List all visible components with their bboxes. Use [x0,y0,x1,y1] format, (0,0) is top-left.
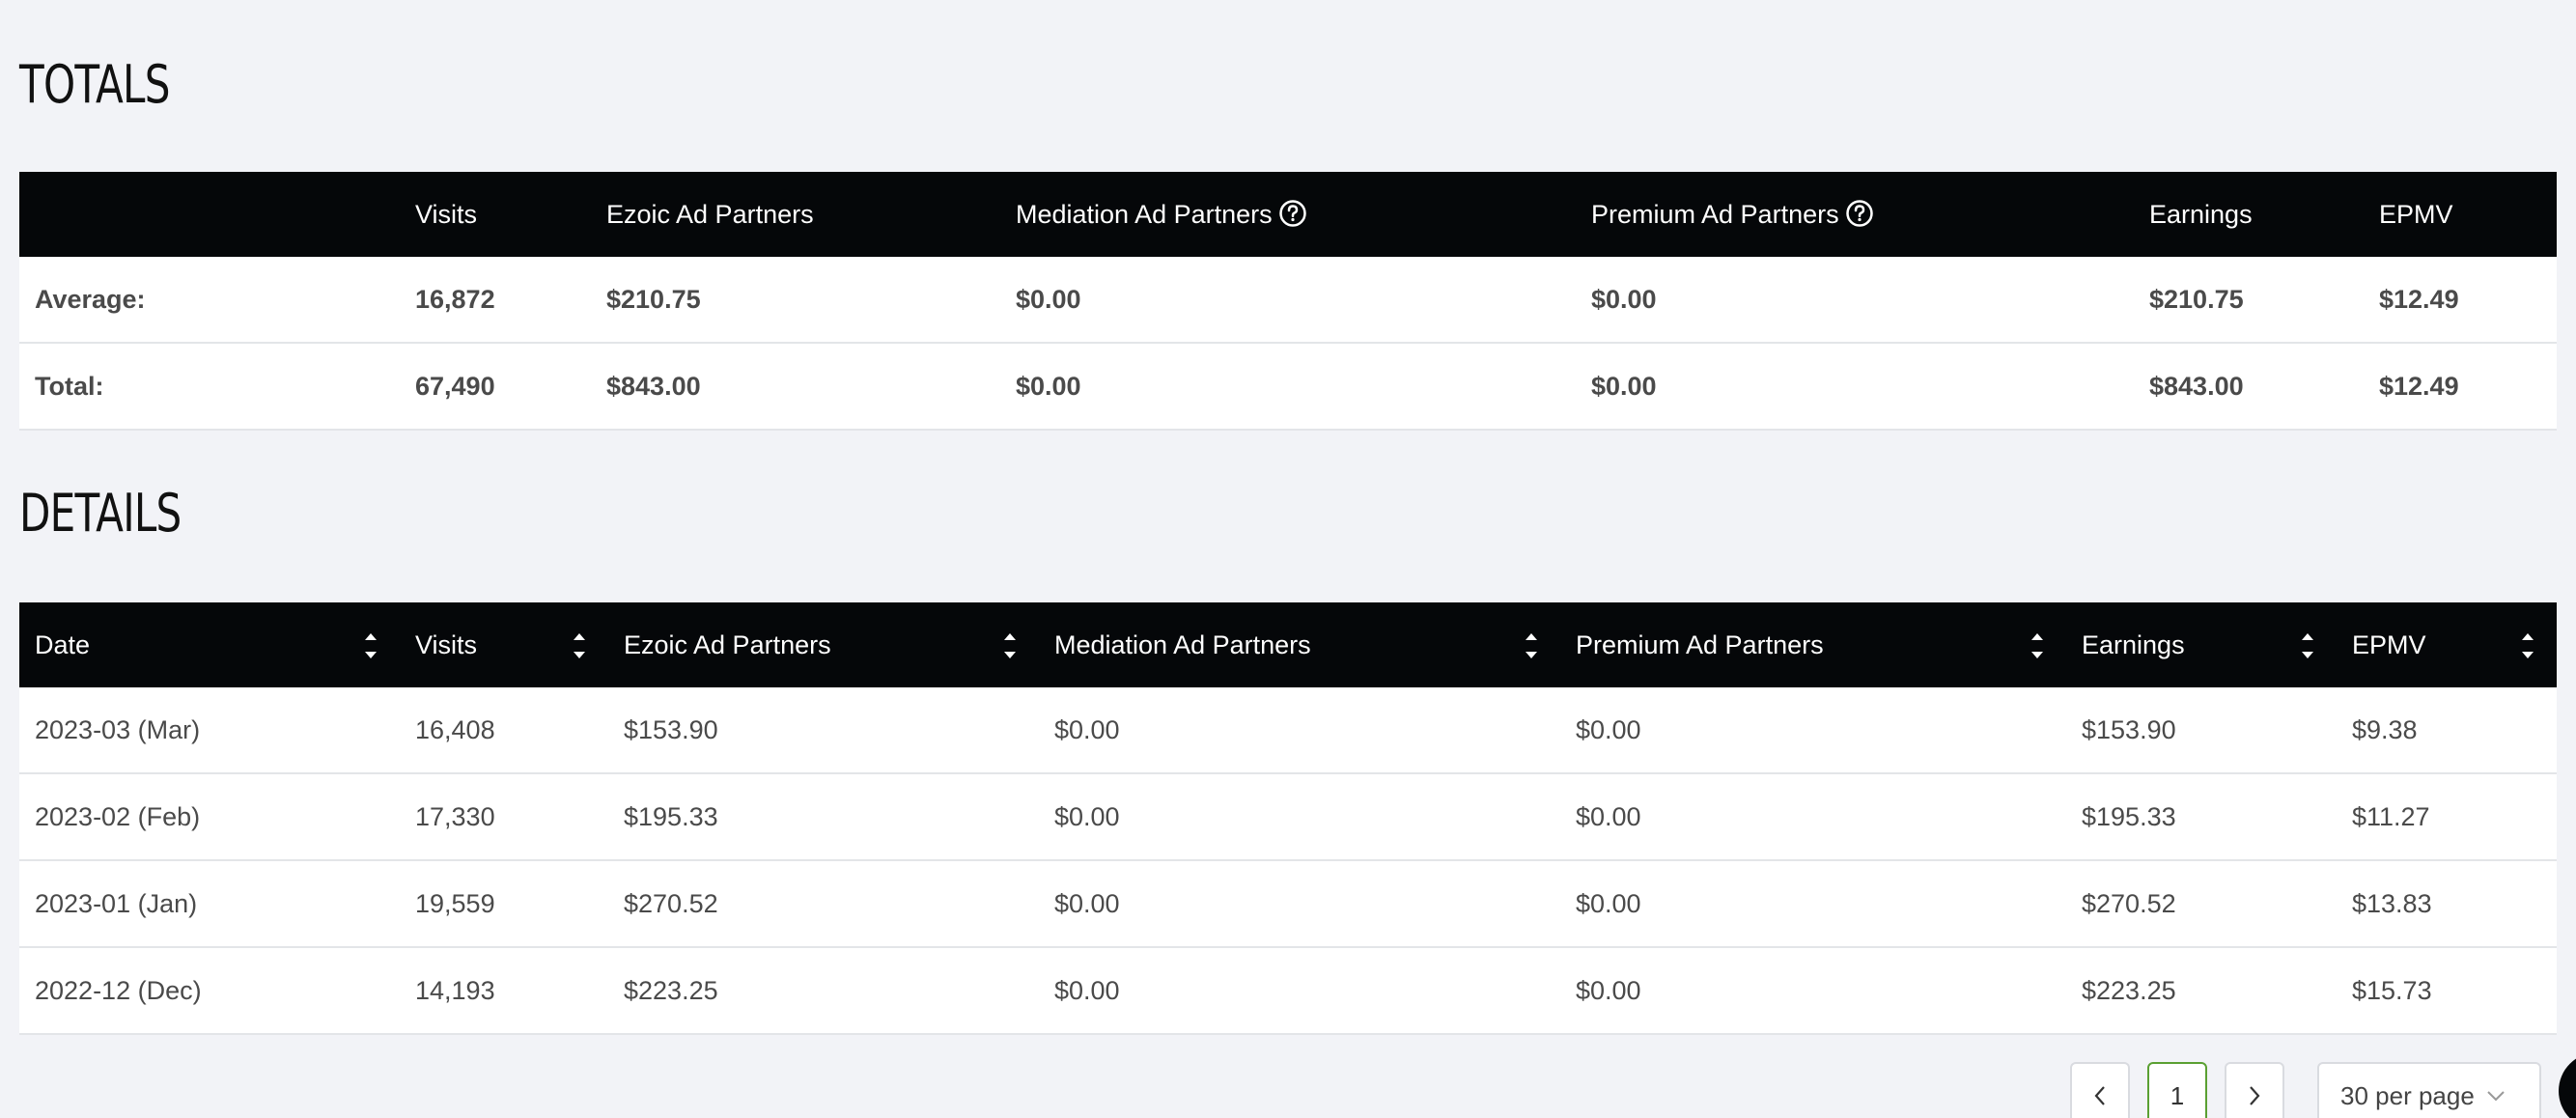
details-header-row: Date Visits Ezoic Ad Partners Mediation … [19,602,2557,687]
table-row: 2022-12 (Dec) 14,193 $223.25 $0.00 $0.00… [19,947,2557,1035]
cell-ezoic: $270.52 [608,860,1039,948]
header-date-label: Date [35,629,91,659]
sort-header-visits[interactable]: Visits [400,602,608,687]
totals-header-label [19,172,400,257]
cell-earnings: $153.90 [2066,687,2337,774]
cell-date: 2023-02 (Feb) [19,773,400,861]
cell-premium: $0.00 [1576,257,2134,344]
row-label: Total: [19,343,400,431]
sort-header-premium[interactable]: Premium Ad Partners [1560,602,2066,687]
question-circle-icon[interactable] [1845,199,1874,228]
cell-mediation: $0.00 [1039,687,1560,774]
pagination: 1 30 per page [0,1062,2576,1118]
header-ezoic-label: Ezoic Ad Partners [624,629,831,659]
cell-ezoic: $843.00 [591,343,1000,431]
sort-arrows-icon [574,633,585,658]
header-premium-label: Premium Ad Partners [1576,629,1824,659]
totals-table: Visits Ezoic Ad Partners Mediation Ad Pa… [19,172,2557,431]
table-row: Total: 67,490 $843.00 $0.00 $0.00 $843.0… [19,343,2557,431]
cell-visits: 19,559 [400,860,608,948]
per-page-value: 30 per page [2340,1080,2475,1110]
cell-ezoic: $153.90 [608,687,1039,774]
sort-arrows-icon [2302,633,2313,658]
cell-date: 2023-01 (Jan) [19,860,400,948]
chevron-right-icon [2250,1086,2260,1105]
header-earnings-label: Earnings [2082,629,2185,659]
cell-mediation: $0.00 [1000,343,1576,431]
sort-header-earnings[interactable]: Earnings [2066,602,2337,687]
details-table: Date Visits Ezoic Ad Partners Mediation … [19,602,2557,1035]
sort-header-date[interactable]: Date [19,602,400,687]
cell-earnings: $223.25 [2066,947,2337,1035]
sort-arrows-icon [1004,633,1016,658]
cell-ezoic: $195.33 [608,773,1039,861]
cell-visits: 67,490 [400,343,591,431]
sort-header-ezoic[interactable]: Ezoic Ad Partners [608,602,1039,687]
cell-premium: $0.00 [1560,860,2066,948]
cell-epmv: $13.83 [2337,860,2557,948]
totals-header-premium-label: Premium Ad Partners [1591,200,1839,229]
totals-header-mediation-label: Mediation Ad Partners [1016,200,1273,229]
page-1-button[interactable]: 1 [2147,1062,2207,1118]
cell-premium: $0.00 [1576,343,2134,431]
chevron-down-icon [2487,1091,2505,1102]
table-row: 2023-02 (Feb) 17,330 $195.33 $0.00 $0.00… [19,773,2557,861]
cell-earnings: $195.33 [2066,773,2337,861]
cell-epmv: $9.38 [2337,687,2557,774]
totals-header-earnings: Earnings [2149,199,2253,229]
sort-arrows-icon [365,633,377,658]
question-circle-icon[interactable] [1278,199,1307,228]
sort-arrows-icon [2522,633,2534,658]
cell-ezoic: $210.75 [591,257,1000,344]
cell-premium: $0.00 [1560,947,2066,1035]
cell-epmv: $15.73 [2337,947,2557,1035]
cell-premium: $0.00 [1560,687,2066,774]
next-page-button[interactable] [2225,1062,2284,1118]
sort-arrows-icon [2031,633,2043,658]
cell-earnings: $270.52 [2066,860,2337,948]
chevron-left-icon [2094,1086,2105,1105]
cell-epmv: $12.49 [2364,343,2557,431]
table-row: 2023-03 (Mar) 16,408 $153.90 $0.00 $0.00… [19,687,2557,774]
details-title: DETAILS [19,483,182,544]
per-page-select[interactable]: 30 per page [2317,1062,2541,1118]
totals-header-ezoic: Ezoic Ad Partners [606,199,814,229]
sort-header-epmv[interactable]: EPMV [2337,602,2557,687]
header-mediation-label: Mediation Ad Partners [1054,629,1311,659]
sort-header-mediation[interactable]: Mediation Ad Partners [1039,602,1560,687]
totals-header-mediation: Mediation Ad Partners [1000,172,1576,257]
totals-header-premium: Premium Ad Partners [1576,172,2134,257]
cell-visits: 17,330 [400,773,608,861]
cell-mediation: $0.00 [1039,947,1560,1035]
cell-premium: $0.00 [1560,773,2066,861]
cell-earnings: $843.00 [2134,343,2364,431]
header-epmv-label: EPMV [2352,629,2426,659]
table-row: 2023-01 (Jan) 19,559 $270.52 $0.00 $0.00… [19,860,2557,948]
cell-mediation: $0.00 [1000,257,1576,344]
cell-date: 2023-03 (Mar) [19,687,400,774]
previous-page-button[interactable] [2070,1062,2130,1118]
row-label: Average: [19,257,400,344]
cell-visits: 14,193 [400,947,608,1035]
totals-header-row: Visits Ezoic Ad Partners Mediation Ad Pa… [19,172,2557,257]
report-page: TOTALS Visits Ezoic Ad Partners Mediatio… [0,0,2576,1118]
totals-title: TOTALS [19,54,170,115]
cell-mediation: $0.00 [1039,860,1560,948]
totals-header-visits: Visits [415,199,478,229]
table-row: Average: 16,872 $210.75 $0.00 $0.00 $210… [19,257,2557,344]
cell-visits: 16,872 [400,257,591,344]
cell-epmv: $11.27 [2337,773,2557,861]
sort-arrows-icon [1526,633,1537,658]
totals-header-epmv: EPMV [2379,199,2453,229]
cell-visits: 16,408 [400,687,608,774]
cell-date: 2022-12 (Dec) [19,947,400,1035]
cell-mediation: $0.00 [1039,773,1560,861]
cell-epmv: $12.49 [2364,257,2557,344]
cell-ezoic: $223.25 [608,947,1039,1035]
header-visits-label: Visits [415,629,478,659]
cell-earnings: $210.75 [2134,257,2364,344]
